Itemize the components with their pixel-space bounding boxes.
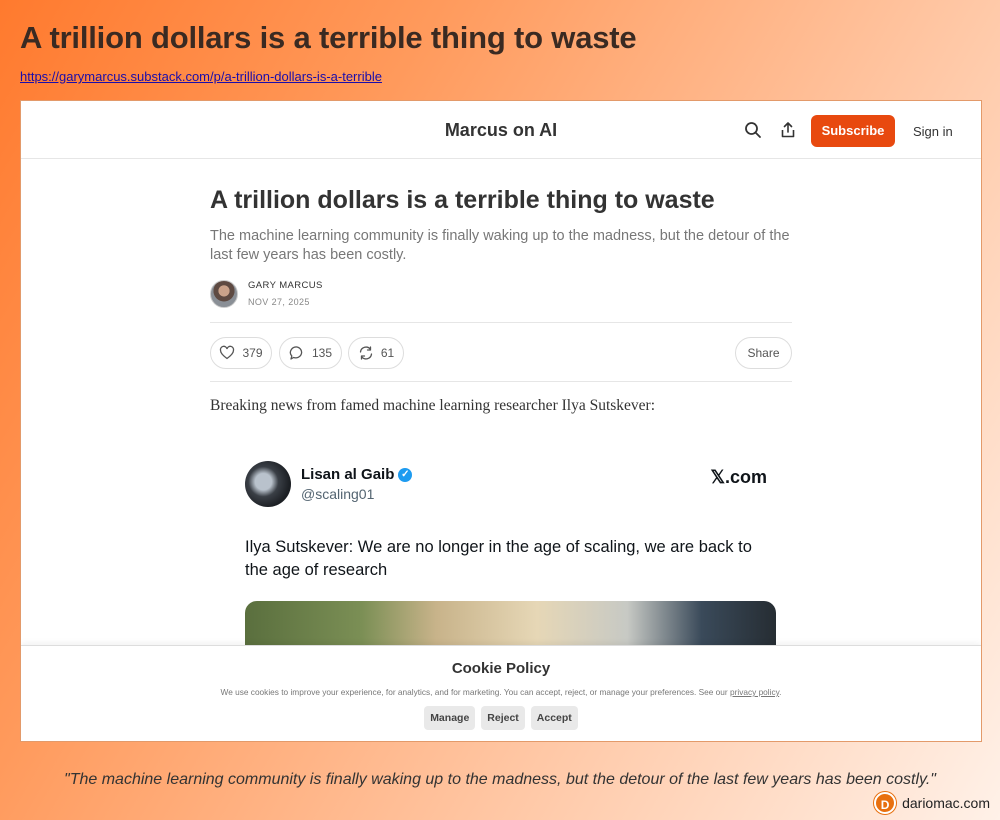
share-upload-icon[interactable] <box>779 121 797 139</box>
tweet-author[interactable]: Lisan al Gaib ✓ <box>301 466 413 483</box>
search-icon[interactable] <box>744 121 762 139</box>
accept-button[interactable]: Accept <box>530 706 578 730</box>
cookie-text: We use cookies to improve your experienc… <box>220 687 782 697</box>
reject-button[interactable]: Reject <box>481 706 525 730</box>
screenshot-frame: Marcus on AI Subscribe Sign in A trillio… <box>20 100 982 742</box>
restack-icon <box>359 345 372 360</box>
article: A trillion dollars is a terrible thing t… <box>210 186 792 415</box>
privacy-policy-link[interactable]: privacy policy <box>730 687 779 697</box>
author-name[interactable]: GARY MARCUS <box>248 280 323 291</box>
brand[interactable]: D dariomac.com <box>874 792 990 814</box>
article-title: A trillion dollars is a terrible thing t… <box>210 186 715 214</box>
restack-count: 61 <box>380 345 395 360</box>
comment-count: 135 <box>311 345 333 360</box>
article-subtitle: The machine learning community is finall… <box>210 227 790 263</box>
comment-icon <box>289 345 303 360</box>
publish-date: NOV 27, 2025 <box>248 297 310 307</box>
comment-button[interactable]: 135 <box>279 336 342 369</box>
x-logo[interactable]: 𝕏.com <box>710 467 767 488</box>
author-avatar[interactable] <box>210 279 238 308</box>
byline: GARY MARCUS NOV 27, 2025 <box>210 279 792 309</box>
subscribe-button[interactable]: Subscribe <box>811 115 895 147</box>
restack-button[interactable]: 61 <box>348 336 404 369</box>
tweet-handle[interactable]: @scaling01 <box>301 486 374 502</box>
verified-badge-icon: ✓ <box>398 467 413 482</box>
cookie-banner: Cookie Policy We use cookies to improve … <box>21 645 981 741</box>
top-bar: Marcus on AI Subscribe Sign in <box>21 101 981 159</box>
brand-logo-icon: D <box>874 792 897 814</box>
cookie-message: We use cookies to improve your experienc… <box>220 687 728 697</box>
brand-name: dariomac.com <box>902 795 990 811</box>
divider <box>210 380 792 382</box>
page-title: A trillion dollars is a terrible thing t… <box>20 20 637 55</box>
share-label: Share <box>747 345 780 360</box>
tweet-text: Ilya Sutskever: We are no longer in the … <box>245 538 752 579</box>
cookie-title: Cookie Policy <box>451 660 551 677</box>
sign-in-link[interactable]: Sign in <box>913 124 953 139</box>
tweet-avatar[interactable] <box>245 461 291 507</box>
action-bar: 379 135 61 Share <box>210 323 792 381</box>
quote-caption: "The machine learning community is final… <box>64 771 936 788</box>
body-paragraph: Breaking news from famed machine learnin… <box>210 396 656 414</box>
manage-button[interactable]: Manage <box>424 706 476 730</box>
like-button[interactable]: 379 <box>210 336 272 369</box>
share-button[interactable]: Share <box>735 336 792 369</box>
heart-icon <box>220 345 235 359</box>
source-link[interactable]: https://garymarcus.substack.com/p/a-tril… <box>20 69 382 84</box>
tweet-author-name: Lisan al Gaib <box>301 466 395 483</box>
like-count: 379 <box>242 345 263 360</box>
